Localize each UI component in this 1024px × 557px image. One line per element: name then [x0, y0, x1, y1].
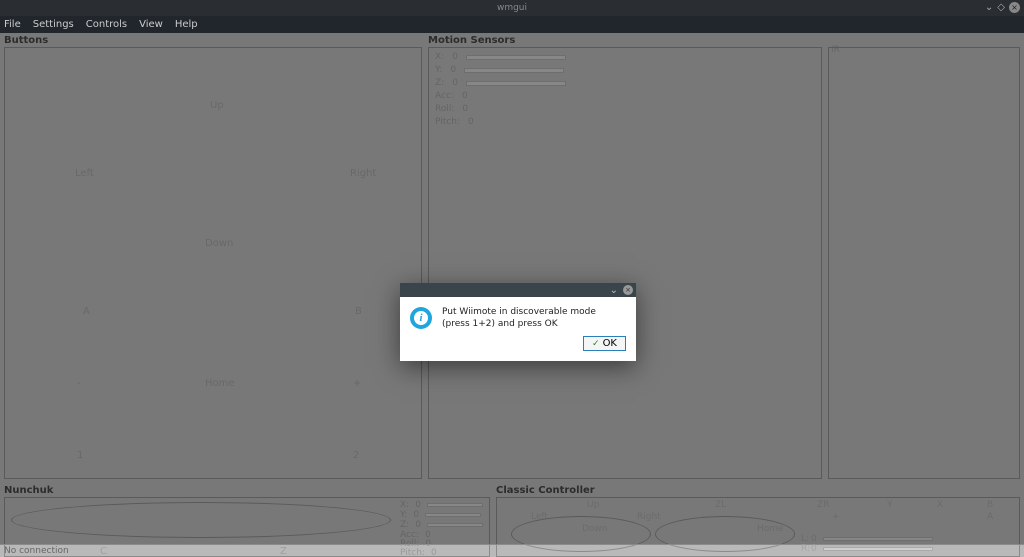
window-title: wmgui [497, 3, 527, 13]
minimize-icon[interactable]: ⌄ [985, 2, 993, 13]
dialog-titlebar: ⌄ × [400, 283, 636, 297]
dialog-body: i Put Wiimote in discoverable mode (pres… [400, 297, 636, 336]
info-dialog: ⌄ × i Put Wiimote in discoverable mode (… [400, 283, 636, 361]
window-controls: ⌄ ◇ × [985, 2, 1020, 13]
nunchuk-pitch-value: 0 [431, 548, 437, 557]
check-icon: ✓ [592, 339, 600, 349]
content-area: Buttons Up Left Right Down A B - Home + … [0, 33, 1024, 544]
nunchuk-button-c: C [100, 546, 107, 557]
menu-help[interactable]: Help [175, 19, 198, 30]
classic-r-label: R: [801, 544, 810, 554]
dialog-buttons: ✓ OK [400, 336, 636, 361]
classic-r-value: 0 [811, 544, 817, 554]
dialog-message: Put Wiimote in discoverable mode (press … [442, 307, 626, 330]
ok-button-label: OK [603, 338, 617, 349]
menu-controls[interactable]: Controls [86, 19, 127, 30]
close-icon[interactable]: × [1009, 2, 1020, 13]
menu-settings[interactable]: Settings [33, 19, 74, 30]
nunchuk-pitch-label: Pitch: [400, 548, 425, 557]
info-glyph: i [414, 311, 428, 325]
ok-button[interactable]: ✓ OK [583, 336, 626, 351]
menu-file[interactable]: File [4, 19, 21, 30]
titlebar: wmgui ⌄ ◇ × [0, 0, 1024, 16]
nunchuk-button-z: Z [280, 546, 287, 557]
classic-r-bar [823, 547, 933, 551]
dialog-minimize-icon[interactable]: ⌄ [610, 285, 618, 296]
dialog-close-icon[interactable]: × [623, 285, 633, 295]
info-icon: i [410, 307, 432, 329]
maximize-icon[interactable]: ◇ [997, 2, 1005, 13]
nunchuk-pitch-row: Pitch: 0 [400, 548, 437, 557]
menu-view[interactable]: View [139, 19, 163, 30]
menubar: File Settings Controls View Help [0, 16, 1024, 33]
